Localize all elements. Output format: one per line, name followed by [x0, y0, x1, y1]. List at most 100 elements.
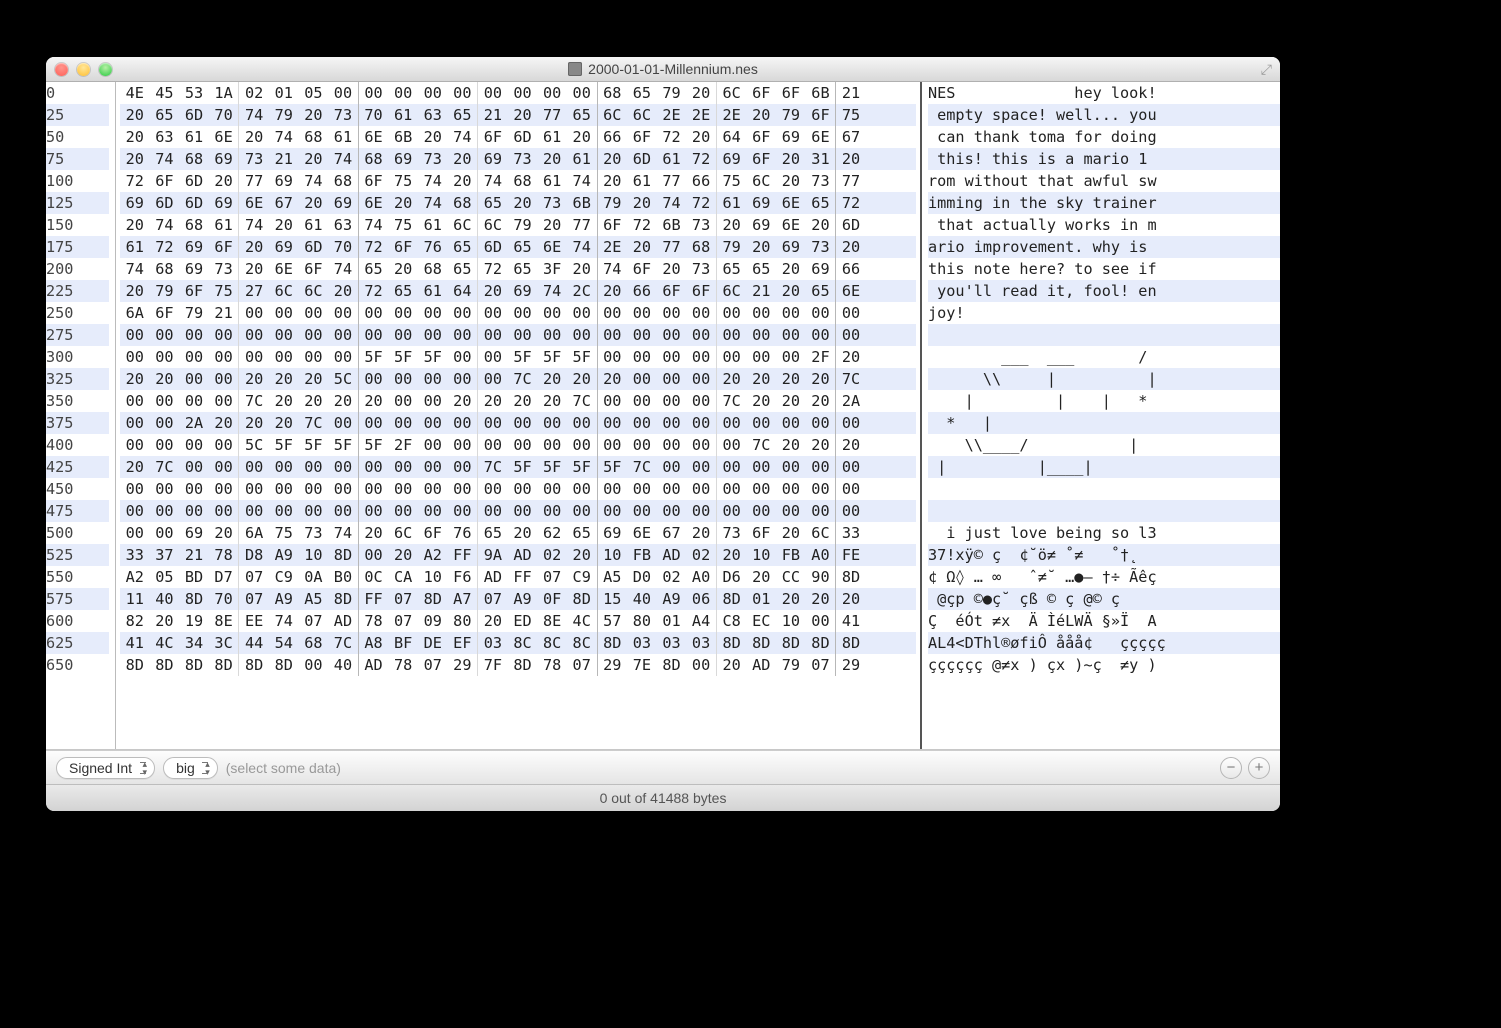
hex-row[interactable]: 726F6D20776974686F7574207468617420617766…: [120, 170, 916, 192]
document-icon: [568, 62, 582, 76]
hex-row[interactable]: 20746861742061637475616C6C7920776F726B73…: [120, 214, 916, 236]
offset-cell: 375: [46, 412, 109, 434]
offset-cell: 450: [46, 478, 109, 500]
offset-cell: 575: [46, 588, 109, 610]
hex-row[interactable]: 000000005C5F5F5F5F2F00000000000000000000…: [120, 434, 916, 456]
offset-cell: 50: [46, 126, 109, 148]
offset-cell: 200: [46, 258, 109, 280]
hex-row[interactable]: 000000007C202020200000202020207C00000000…: [120, 390, 916, 412]
ascii-row[interactable]: AL4<DThl®øfiÔ ååå¢ ççççç: [928, 632, 1280, 654]
hex-content[interactable]: 0255075100125150175200225250275300325350…: [46, 82, 1280, 750]
ascii-row[interactable]: | |____|: [928, 456, 1280, 478]
ascii-row[interactable]: @çp ©●ç˘ çß © ç @© ç: [928, 588, 1280, 610]
hex-row[interactable]: 8D8D8D8D8D8D0040AD7807297F8D7807297E8D00…: [120, 654, 916, 676]
ascii-row[interactable]: this note here? to see if: [928, 258, 1280, 280]
zoom-out-button[interactable]: −: [1220, 757, 1242, 779]
hex-row[interactable]: 0000000000000000000000000000000000000000…: [120, 500, 916, 522]
titlebar[interactable]: 2000-01-01-Millennium.nes ⤢: [46, 57, 1280, 82]
offset-cell: 125: [46, 192, 109, 214]
hex-row[interactable]: 696D6D696E6720696E2074686520736B79207472…: [120, 192, 916, 214]
footer-toolbar: Signed Int ▴▾ big ▴▾ (select some data) …: [46, 750, 1280, 784]
ascii-column[interactable]: NES hey look! empty space! well... you c…: [922, 82, 1280, 749]
ascii-row[interactable]: imming in the sky trainer: [928, 192, 1280, 214]
offset-cell: 325: [46, 368, 109, 390]
ascii-row[interactable]: [928, 324, 1280, 346]
offset-cell: 150: [46, 214, 109, 236]
ascii-row[interactable]: ario improvement. why is: [928, 236, 1280, 258]
offset-cell: 75: [46, 148, 109, 170]
ascii-row[interactable]: empty space! well... you: [928, 104, 1280, 126]
offset-cell: 275: [46, 324, 109, 346]
ascii-row[interactable]: 37!xÿ© ç ¢˘ö≠ ˚≠ ˚†˛: [928, 544, 1280, 566]
status-bar: 0 out of 41488 bytes: [46, 784, 1280, 811]
ascii-row[interactable]: NES hey look!: [928, 82, 1280, 104]
hex-row[interactable]: 4E45531A02010500000000000000000068657920…: [120, 82, 916, 104]
offset-cell: 225: [46, 280, 109, 302]
hex-row[interactable]: 00002A2020207C00000000000000000000000000…: [120, 412, 916, 434]
offset-cell: 650: [46, 654, 109, 676]
offset-cell: 475: [46, 500, 109, 522]
ascii-row[interactable]: ___ ___ /: [928, 346, 1280, 368]
ascii-row[interactable]: * |: [928, 412, 1280, 434]
ascii-row[interactable]: çççççç @≠x ) çx )~ç ≠y ): [928, 654, 1280, 676]
hex-row[interactable]: A205BDD707C90AB00CCA10F6ADFF07C9A5D002A0…: [120, 566, 916, 588]
hex-row[interactable]: 0000000000000000000000000000000000000000…: [120, 324, 916, 346]
ascii-row[interactable]: can thank toma for doing: [928, 126, 1280, 148]
hex-column[interactable]: 4E45531A02010500000000000000000068657920…: [116, 82, 922, 749]
ascii-row[interactable]: that actually works in m: [928, 214, 1280, 236]
ascii-row[interactable]: Ç éÓt ≠x Ä ÌéLWÄ §»Ï A: [928, 610, 1280, 632]
offset-cell: 600: [46, 610, 109, 632]
ascii-row[interactable]: \\ | |: [928, 368, 1280, 390]
hex-row[interactable]: 00000000000000005F5F5F00005F5F5F00000000…: [120, 346, 916, 368]
hex-row[interactable]: 207C000000000000000000007C5F5F5F5F7C0000…: [120, 456, 916, 478]
offset-cell: 550: [46, 566, 109, 588]
ascii-row[interactable]: [928, 500, 1280, 522]
ascii-row[interactable]: [928, 478, 1280, 500]
hex-row[interactable]: 414C343C4454687CA8BFDEEF038C8C8C8D030303…: [120, 632, 916, 654]
minimize-icon[interactable]: [77, 63, 90, 76]
offset-cell: 0: [46, 82, 109, 104]
hex-row[interactable]: 20796F75276C6C20726561642069742C20666F6F…: [120, 280, 916, 302]
offset-cell: 525: [46, 544, 109, 566]
offset-cell: 425: [46, 456, 109, 478]
hex-row[interactable]: 6A6F792100000000000000000000000000000000…: [120, 302, 916, 324]
ascii-row[interactable]: joy!: [928, 302, 1280, 324]
hex-row[interactable]: 2063616E207468616E6B20746F6D6120666F7220…: [120, 126, 916, 148]
hex-row[interactable]: 000069206A757374206C6F7665206265696E6720…: [120, 522, 916, 544]
window-title: 2000-01-01-Millennium.nes: [588, 61, 758, 77]
status-text: 0 out of 41488 bytes: [600, 790, 727, 806]
offset-cell: 400: [46, 434, 109, 456]
endian-select[interactable]: big ▴▾: [163, 757, 218, 779]
selection-hint: (select some data): [226, 760, 341, 776]
ascii-row[interactable]: rom without that awful sw: [928, 170, 1280, 192]
ascii-row[interactable]: i just love being so l3: [928, 522, 1280, 544]
offset-cell: 250: [46, 302, 109, 324]
ascii-row[interactable]: ¢ Ω◊ … ∞ ˆ≠˘ …●– †÷ Ãêç: [928, 566, 1280, 588]
hex-editor-window: 2000-01-01-Millennium.nes ⤢ 025507510012…: [46, 57, 1280, 811]
hex-row[interactable]: 20656D707479207370616365212077656C6C2E2E…: [120, 104, 916, 126]
hex-row[interactable]: 6172696F20696D70726F76656D656E742E207768…: [120, 236, 916, 258]
offset-cell: 100: [46, 170, 109, 192]
offset-cell: 25: [46, 104, 109, 126]
window-controls: [46, 63, 112, 76]
hex-row[interactable]: 74686973206E6F746520686572653F20746F2073…: [120, 258, 916, 280]
offset-cell: 500: [46, 522, 109, 544]
zoom-in-button[interactable]: +: [1248, 757, 1270, 779]
ascii-row[interactable]: | | | *: [928, 390, 1280, 412]
format-select-label: Signed Int: [69, 760, 132, 776]
ascii-row[interactable]: \\____/ |: [928, 434, 1280, 456]
fullscreen-icon[interactable]: ⤢: [1261, 61, 1272, 78]
ascii-row[interactable]: this! this is a mario 1: [928, 148, 1280, 170]
ascii-row[interactable]: you'll read it, fool! en: [928, 280, 1280, 302]
hex-row[interactable]: 202000002020205C00000000007C202020000000…: [120, 368, 916, 390]
offset-cell: 625: [46, 632, 109, 654]
zoom-icon[interactable]: [99, 63, 112, 76]
hex-row[interactable]: 0000000000000000000000000000000000000000…: [120, 478, 916, 500]
hex-row[interactable]: 33372178D8A9108D0020A2FF9AAD022010FBAD02…: [120, 544, 916, 566]
hex-row[interactable]: 20746869732120746869732069732061206D6172…: [120, 148, 916, 170]
offset-gutter: 0255075100125150175200225250275300325350…: [46, 82, 116, 749]
close-icon[interactable]: [55, 63, 68, 76]
format-select[interactable]: Signed Int ▴▾: [56, 757, 155, 779]
hex-row[interactable]: 11408D7007A9A58DFF078DA707A90F8D1540A906…: [120, 588, 916, 610]
hex-row[interactable]: 8220198EEE7407AD7807098020ED8E4C578001A4…: [120, 610, 916, 632]
